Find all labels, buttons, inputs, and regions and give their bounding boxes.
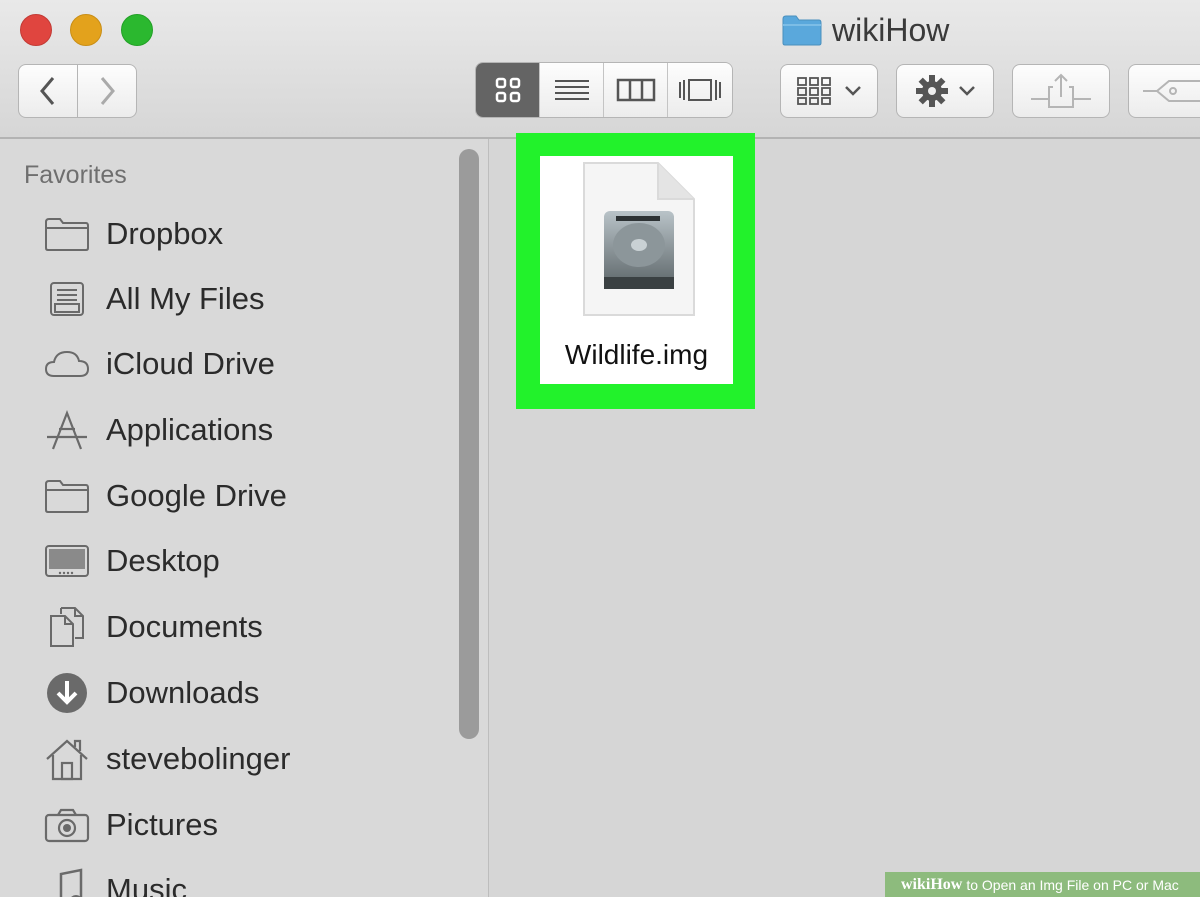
watermark-text: to Open an Img File on PC or Mac	[966, 876, 1179, 893]
watermark-brand: wikiHow	[901, 876, 962, 894]
minimize-window-button[interactable]	[70, 14, 102, 46]
close-window-button[interactable]	[20, 14, 52, 46]
sidebar-item-label: Applications	[106, 412, 274, 447]
sidebar-item-label: iCloud Drive	[106, 346, 275, 381]
folder-icon	[45, 480, 89, 513]
sidebar-item-applications[interactable]: Applications	[44, 405, 273, 455]
watermark: wikiHow to Open an Img File on PC or Mac	[885, 872, 1200, 897]
music-icon	[59, 868, 83, 897]
sidebar-item-label: Google Drive	[106, 478, 287, 513]
share-icon	[1031, 73, 1091, 108]
view-mode-control	[475, 62, 733, 118]
arrange-button[interactable]	[780, 64, 878, 118]
chevron-down-icon	[959, 86, 975, 96]
sidebar-item-dropbox[interactable]: Dropbox	[44, 209, 223, 259]
watermark-brand-how: How	[930, 875, 963, 893]
list-view-button[interactable]	[540, 63, 604, 117]
column-view-button[interactable]	[604, 63, 668, 117]
sidebar-item-label: Dropbox	[106, 216, 224, 251]
sidebar-item-documents[interactable]: Documents	[44, 602, 263, 652]
disk-image-icon	[583, 162, 695, 316]
sidebar-item-all-my-files[interactable]: All My Files	[44, 274, 264, 324]
window-title-text: wikiHow	[832, 11, 950, 48]
sidebar-item-music[interactable]: Music	[44, 865, 187, 897]
sidebar-item-label: Documents	[106, 609, 263, 644]
sidebar-scrollbar[interactable]	[459, 149, 479, 739]
gear-icon	[916, 75, 948, 107]
all-files-icon	[50, 282, 84, 316]
folder-icon	[782, 15, 822, 46]
tag-icon	[1143, 80, 1200, 102]
tag-button[interactable]	[1128, 64, 1200, 118]
sidebar-item-label: Desktop	[106, 543, 220, 578]
sidebar-item-stevebolinger[interactable]: stevebolinger	[44, 734, 290, 784]
sidebar-item-label: Downloads	[106, 675, 260, 710]
sidebar: Favorites Dropbox All My Files iCloud Dr…	[0, 139, 489, 897]
sidebar-item-label: Pictures	[106, 807, 218, 842]
cover-flow-icon	[679, 79, 721, 101]
share-button[interactable]	[1012, 64, 1110, 118]
sidebar-item-icloud-drive[interactable]: iCloud Drive	[44, 339, 275, 389]
file-item[interactable]: Wildlife.img	[540, 156, 733, 384]
applications-icon	[47, 409, 87, 450]
home-icon	[46, 739, 88, 781]
sidebar-item-label: stevebolinger	[106, 741, 291, 776]
sidebar-item-desktop[interactable]: Desktop	[44, 536, 220, 586]
desktop-icon	[45, 545, 89, 577]
sidebar-item-downloads[interactable]: Downloads	[44, 668, 259, 718]
folder-icon	[45, 218, 89, 251]
file-name: Wildlife.img	[564, 339, 709, 370]
column-view-icon	[616, 78, 655, 102]
sidebar-item-label: Music	[106, 872, 187, 897]
chevron-down-icon	[845, 86, 861, 96]
chevron-left-icon	[40, 77, 55, 105]
icon-view-icon	[495, 77, 520, 103]
icon-view-button[interactable]	[476, 63, 540, 117]
chevron-right-icon	[100, 77, 115, 105]
sidebar-item-pictures[interactable]: Pictures	[44, 800, 218, 850]
forward-button[interactable]	[77, 64, 137, 118]
list-view-icon	[554, 80, 589, 100]
sidebar-item-label: All My Files	[106, 281, 265, 316]
documents-icon	[50, 607, 84, 647]
arrange-grid-icon	[797, 77, 831, 105]
sidebar-item-google-drive[interactable]: Google Drive	[44, 471, 287, 521]
zoom-window-button[interactable]	[121, 14, 153, 46]
downloads-icon	[47, 673, 87, 713]
camera-icon	[44, 808, 90, 843]
back-button[interactable]	[18, 64, 78, 118]
watermark-brand-wiki: wiki	[901, 875, 931, 893]
action-button[interactable]	[896, 64, 994, 118]
window-title: wikiHow	[782, 8, 949, 52]
toolbar: wikiHow	[0, 0, 1200, 139]
sidebar-heading: Favorites	[24, 161, 127, 189]
cloud-icon	[44, 350, 90, 377]
cover-flow-button[interactable]	[668, 63, 732, 117]
